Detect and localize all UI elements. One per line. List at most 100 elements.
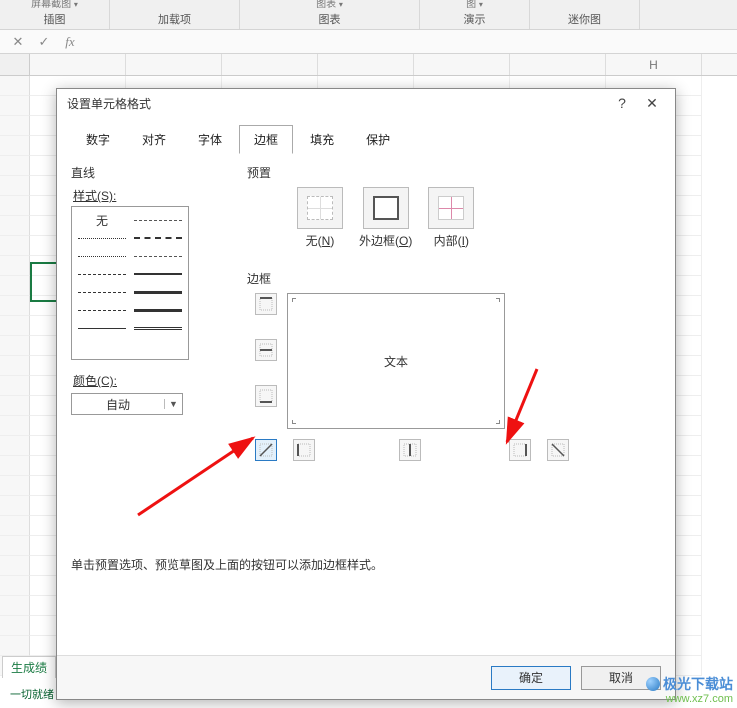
status-ready: 一切就绪 xyxy=(2,684,62,704)
ribbon-group-charts[interactable]: 图表 ▾ 图表 xyxy=(240,0,420,29)
ribbon-group-presentation[interactable]: 图 ▾ 演示 xyxy=(420,0,530,29)
ribbon-group-addins[interactable]: 加载项 xyxy=(110,0,240,29)
row-header[interactable] xyxy=(0,476,30,496)
row-header[interactable] xyxy=(0,436,30,456)
line-section-title: 直线 xyxy=(71,164,201,181)
tab-fill[interactable]: 填充 xyxy=(295,125,349,154)
ribbon: 屏幕截图 ▾ 插图 加载项 图表 ▾ 图表 图 ▾ 演示 迷你图 xyxy=(0,0,737,30)
line-style-option[interactable] xyxy=(134,237,182,239)
border-diagonal-up-button[interactable] xyxy=(255,439,277,461)
line-style-option[interactable] xyxy=(134,273,182,275)
line-style-list[interactable]: 无 xyxy=(71,206,189,360)
row-header[interactable] xyxy=(0,416,30,436)
chart-dropdown[interactable]: 图表 xyxy=(316,0,336,10)
confirm-entry-button[interactable]: ✓ xyxy=(36,34,52,50)
row-header[interactable] xyxy=(0,296,30,316)
line-style-option[interactable] xyxy=(134,309,182,312)
column-header[interactable] xyxy=(414,54,510,75)
border-bottom-button[interactable] xyxy=(255,385,277,407)
presets-title: 预置 xyxy=(247,164,627,181)
row-header[interactable] xyxy=(0,576,30,596)
border-diagonal-down-button[interactable] xyxy=(547,439,569,461)
row-header[interactable] xyxy=(0,96,30,116)
row-header[interactable] xyxy=(0,336,30,356)
ribbon-group-label: 加载项 xyxy=(116,11,233,27)
row-header[interactable] xyxy=(0,496,30,516)
row-header[interactable] xyxy=(0,76,30,96)
line-style-option[interactable] xyxy=(134,291,182,294)
row-header[interactable] xyxy=(0,136,30,156)
preset-inside-button[interactable] xyxy=(428,187,474,229)
tab-protect[interactable]: 保护 xyxy=(351,125,405,154)
sheet-tab[interactable]: 生成绩 xyxy=(2,656,56,678)
format-cells-dialog: 设置单元格格式 ? ✕ 数字 对齐 字体 边框 填充 保护 直线 样式(S): … xyxy=(56,88,676,700)
color-value: 自动 xyxy=(72,396,164,413)
line-style-option[interactable] xyxy=(134,220,182,221)
line-style-option[interactable] xyxy=(78,274,126,275)
row-header[interactable] xyxy=(0,516,30,536)
dialog-title: 设置单元格格式 xyxy=(67,95,607,112)
column-header-h[interactable]: H xyxy=(606,54,702,75)
tab-font[interactable]: 字体 xyxy=(183,125,237,154)
border-left-button[interactable] xyxy=(293,439,315,461)
row-header[interactable] xyxy=(0,316,30,336)
row-header[interactable] xyxy=(0,236,30,256)
row-header[interactable] xyxy=(0,376,30,396)
line-style-option[interactable] xyxy=(78,310,126,311)
logo-icon xyxy=(646,677,660,691)
row-header[interactable] xyxy=(0,556,30,576)
screenshot-dropdown[interactable]: 屏幕截图 xyxy=(31,0,71,10)
row-header[interactable] xyxy=(0,116,30,136)
row-header[interactable] xyxy=(0,196,30,216)
watermark: 极光下载站 www.xz7.com xyxy=(646,676,733,706)
row-header[interactable] xyxy=(0,176,30,196)
line-style-option[interactable] xyxy=(134,256,182,257)
border-preview[interactable]: 文本 xyxy=(287,293,505,429)
column-header[interactable] xyxy=(126,54,222,75)
color-dropdown[interactable]: 自动 ▼ xyxy=(71,393,183,415)
dialog-body: 直线 样式(S): 无 颜色(C): 自动 ▼ xyxy=(57,154,675,655)
column-header[interactable] xyxy=(222,54,318,75)
column-headers: H xyxy=(0,54,737,76)
row-header[interactable] xyxy=(0,636,30,656)
row-header[interactable] xyxy=(0,356,30,376)
tab-align[interactable]: 对齐 xyxy=(127,125,181,154)
border-middle-h-button[interactable] xyxy=(255,339,277,361)
line-style-option[interactable] xyxy=(78,256,126,257)
border-right-button[interactable] xyxy=(509,439,531,461)
row-header[interactable] xyxy=(0,456,30,476)
line-style-option[interactable] xyxy=(78,292,126,293)
cancel-entry-button[interactable]: ✕ xyxy=(10,34,26,50)
row-header[interactable] xyxy=(0,536,30,556)
line-style-option[interactable] xyxy=(134,327,182,330)
help-button[interactable]: ? xyxy=(607,95,637,111)
preset-none-button[interactable] xyxy=(297,187,343,229)
dialog-titlebar: 设置单元格格式 ? ✕ xyxy=(57,89,675,117)
column-header[interactable] xyxy=(30,54,126,75)
close-button[interactable]: ✕ xyxy=(637,95,667,112)
ok-button[interactable]: 确定 xyxy=(491,666,571,690)
row-header[interactable] xyxy=(0,256,30,276)
border-middle-v-button[interactable] xyxy=(399,439,421,461)
column-header[interactable] xyxy=(510,54,606,75)
ribbon-group-sparklines[interactable]: 迷你图 xyxy=(530,0,640,29)
insert-function-button[interactable]: fx xyxy=(62,34,78,50)
row-header[interactable] xyxy=(0,596,30,616)
row-header[interactable] xyxy=(0,276,30,296)
formula-bar: ✕ ✓ fx xyxy=(0,30,737,54)
row-header[interactable] xyxy=(0,616,30,636)
column-header[interactable] xyxy=(318,54,414,75)
preset-outline-button[interactable] xyxy=(363,187,409,229)
tab-number[interactable]: 数字 xyxy=(71,125,125,154)
ribbon-group-illustration[interactable]: 屏幕截图 ▾ 插图 xyxy=(0,0,110,29)
row-header[interactable] xyxy=(0,216,30,236)
row-header[interactable] xyxy=(0,396,30,416)
presets-section: 预置 无(N) 外边框(O) 内部(I) xyxy=(247,164,627,249)
select-all-corner[interactable] xyxy=(0,54,30,75)
row-header[interactable] xyxy=(0,156,30,176)
tab-border[interactable]: 边框 xyxy=(239,125,293,154)
border-top-button[interactable] xyxy=(255,293,277,315)
line-style-none[interactable]: 无 xyxy=(78,212,126,229)
line-style-option[interactable] xyxy=(78,328,126,329)
line-style-option[interactable] xyxy=(78,238,126,239)
